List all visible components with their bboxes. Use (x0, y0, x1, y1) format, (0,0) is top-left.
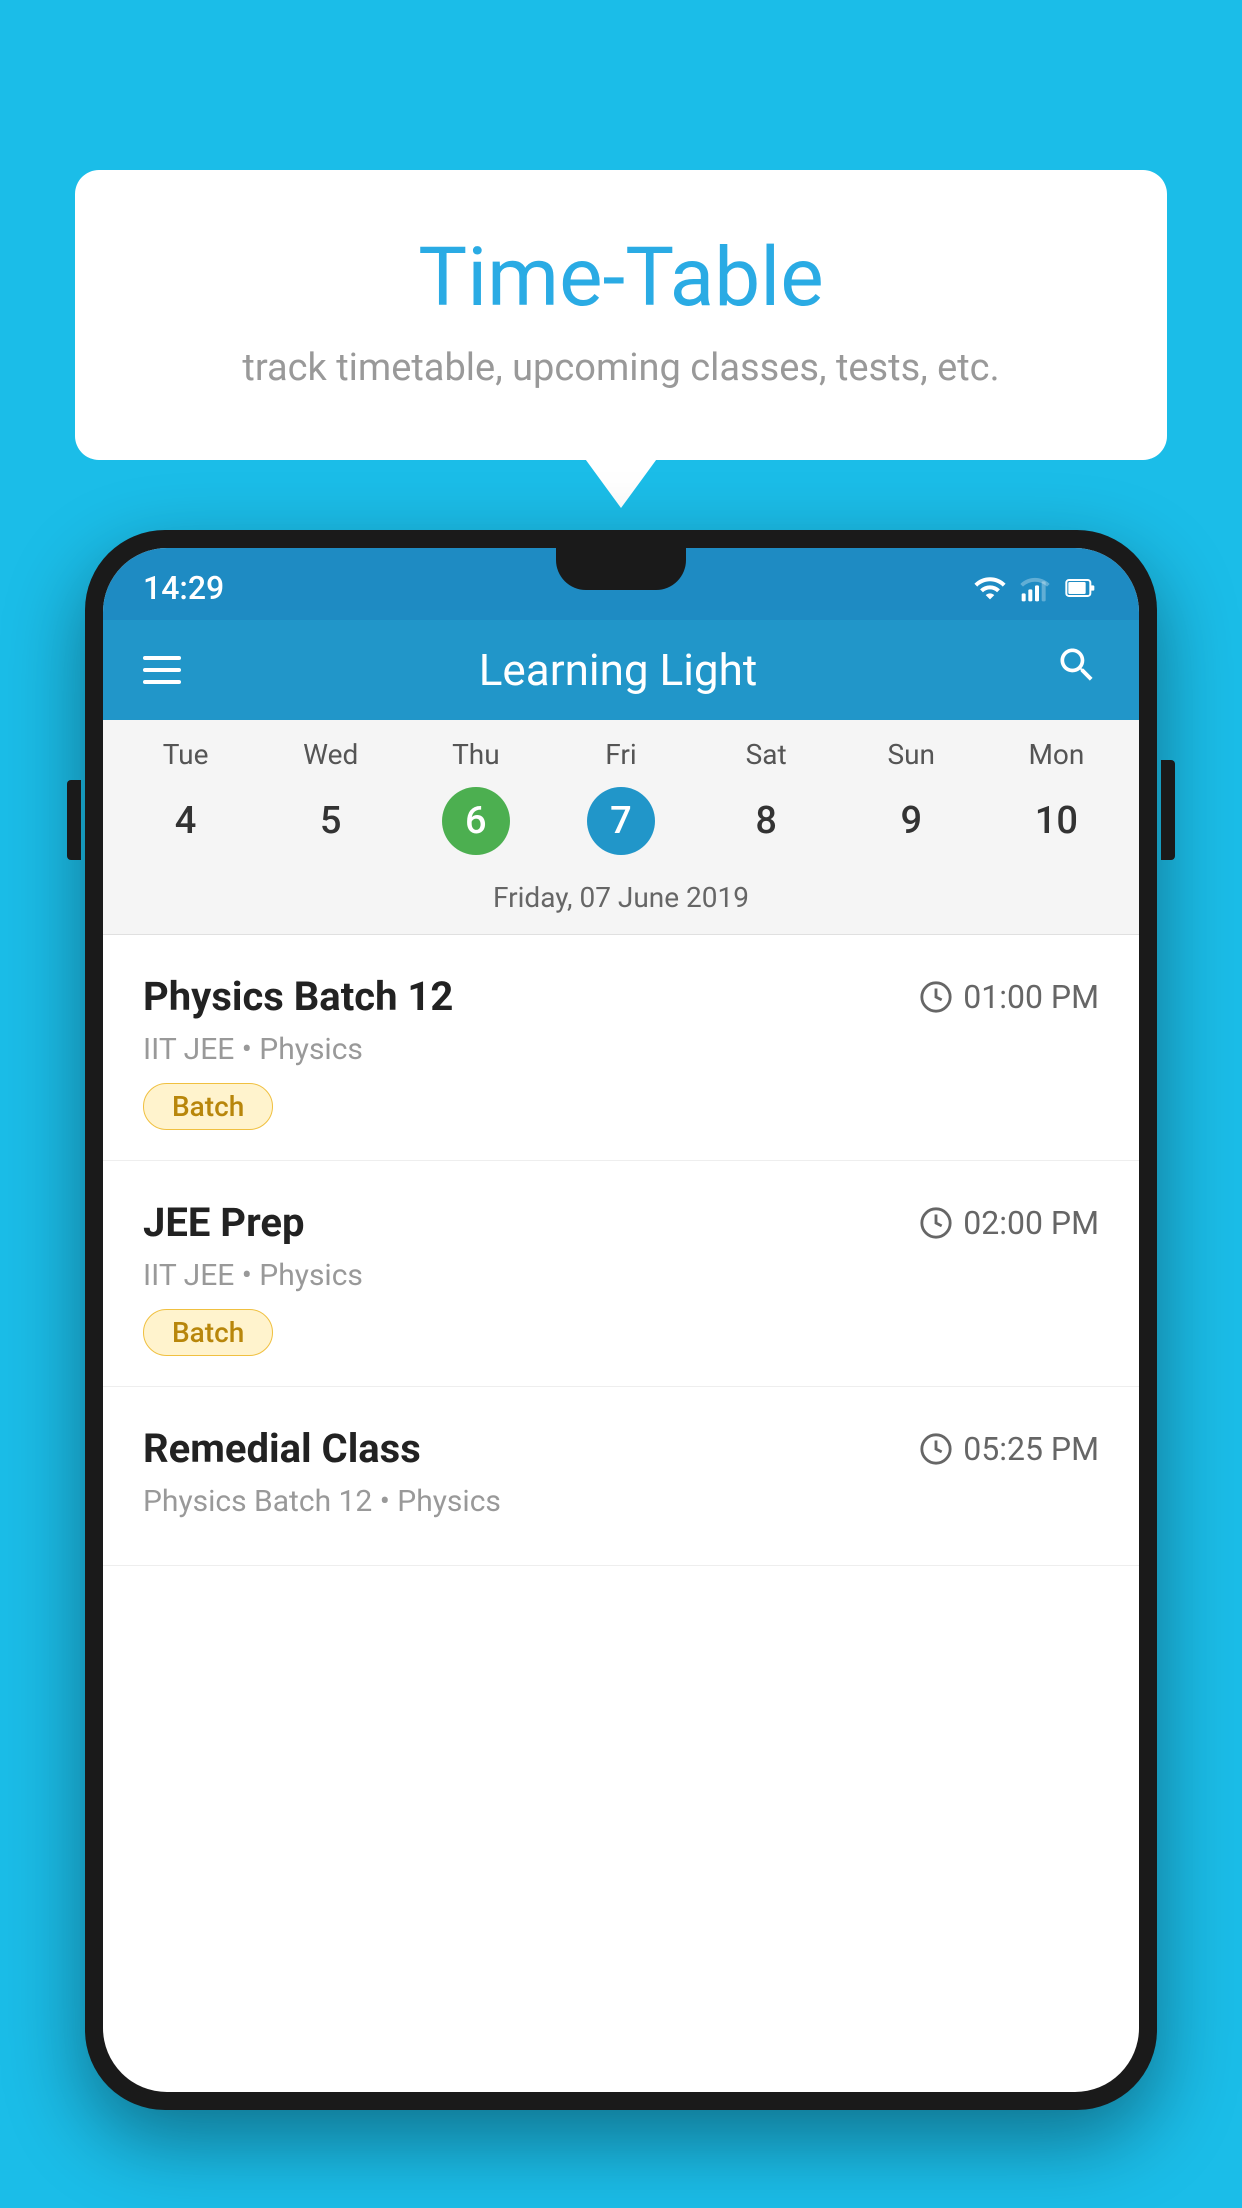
speech-bubble-title: Time-Table (125, 230, 1117, 326)
date-cell-7-selected[interactable]: 7 (548, 787, 693, 855)
schedule-item-subtitle-3: Physics Batch 12 • Physics (143, 1484, 1099, 1519)
schedule-item-header-3: Remedial Class 05:25 PM (143, 1425, 1099, 1472)
day-mon[interactable]: Mon (984, 738, 1129, 771)
status-icons (973, 571, 1099, 605)
day-tue[interactable]: Tue (113, 738, 258, 771)
date-cell-8[interactable]: 8 (694, 787, 839, 855)
date-cell-10[interactable]: 10 (984, 787, 1129, 855)
status-time: 14:29 (143, 569, 224, 607)
schedule-item-header-1: Physics Batch 12 01:00 PM (143, 973, 1099, 1020)
speech-bubble-subtitle: track timetable, upcoming classes, tests… (125, 346, 1117, 390)
clock-icon-3 (919, 1432, 953, 1466)
schedule-item-time-2: 02:00 PM (919, 1204, 1099, 1242)
day-wed[interactable]: Wed (258, 738, 403, 771)
speech-bubble-card: Time-Table track timetable, upcoming cla… (75, 170, 1167, 460)
clock-icon-2 (919, 1206, 953, 1240)
batch-tag-1: Batch (143, 1083, 273, 1130)
clock-icon-1 (919, 980, 953, 1014)
schedule-item-2[interactable]: JEE Prep 02:00 PM IIT JEE • Physics Batc… (103, 1161, 1139, 1387)
schedule-item-time-text-3: 05:25 PM (963, 1430, 1099, 1468)
schedule-item-1[interactable]: Physics Batch 12 01:00 PM IIT JEE • Phys… (103, 935, 1139, 1161)
schedule-item-header-2: JEE Prep 02:00 PM (143, 1199, 1099, 1246)
phone-wrapper: 14:29 (85, 530, 1157, 2208)
schedule-list: Physics Batch 12 01:00 PM IIT JEE • Phys… (103, 935, 1139, 1566)
schedule-item-time-1: 01:00 PM (919, 978, 1099, 1016)
phone-screen: 14:29 (103, 548, 1139, 2092)
date-cell-9[interactable]: 9 (839, 787, 984, 855)
dates-row: 4 5 6 7 8 9 (103, 779, 1139, 873)
day-fri[interactable]: Fri (548, 738, 693, 771)
batch-tag-2: Batch (143, 1309, 273, 1356)
selected-date-label: Friday, 07 June 2019 (103, 873, 1139, 935)
schedule-item-title-2: JEE Prep (143, 1199, 304, 1246)
schedule-item-time-text-1: 01:00 PM (963, 978, 1099, 1016)
schedule-item-subtitle-1: IIT JEE • Physics (143, 1032, 1099, 1067)
schedule-item-title-1: Physics Batch 12 (143, 973, 453, 1020)
search-button[interactable] (1055, 643, 1099, 698)
search-icon (1055, 643, 1099, 687)
date-cell-5[interactable]: 5 (258, 787, 403, 855)
schedule-item-time-text-2: 02:00 PM (963, 1204, 1099, 1242)
phone-outer: 14:29 (85, 530, 1157, 2110)
hamburger-menu-button[interactable] (143, 656, 181, 684)
wifi-icon (973, 571, 1007, 605)
day-sun[interactable]: Sun (839, 738, 984, 771)
days-header: Tue Wed Thu Fri Sat Sun Mon (103, 720, 1139, 779)
schedule-item-3[interactable]: Remedial Class 05:25 PM Physics Batch 12… (103, 1387, 1139, 1566)
app-title: Learning Light (479, 644, 758, 696)
day-thu[interactable]: Thu (403, 738, 548, 771)
schedule-item-subtitle-2: IIT JEE • Physics (143, 1258, 1099, 1293)
signal-icon (1019, 572, 1051, 604)
app-bar: Learning Light (103, 620, 1139, 720)
phone-notch (556, 548, 686, 590)
battery-icon (1063, 572, 1099, 604)
calendar-section: Tue Wed Thu Fri Sat Sun Mon 4 5 (103, 720, 1139, 935)
schedule-item-title-3: Remedial Class (143, 1425, 421, 1472)
date-cell-4[interactable]: 4 (113, 787, 258, 855)
day-sat[interactable]: Sat (694, 738, 839, 771)
schedule-item-time-3: 05:25 PM (919, 1430, 1099, 1468)
date-cell-6-today[interactable]: 6 (403, 787, 548, 855)
